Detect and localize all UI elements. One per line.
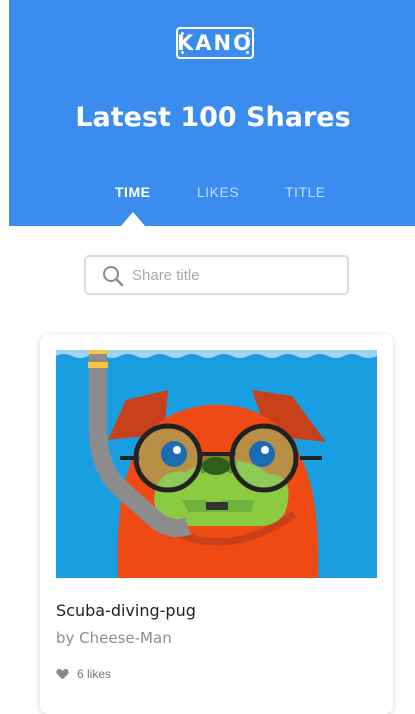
sort-tabs: TIME LIKES TITLE [9,180,415,204]
tab-time[interactable]: TIME [115,180,150,204]
share-card[interactable]: Scuba-diving-pug by Cheese-Man 6 likes [40,334,393,714]
share-author[interactable]: by Cheese-Man [56,627,172,649]
tab-title[interactable]: TITLE [285,180,326,204]
logo-dot [181,51,184,54]
share-title[interactable]: Scuba-diving-pug [56,600,196,622]
logo-text: KANO [177,31,253,55]
active-tab-indicator [121,212,145,226]
logo-dot [246,51,249,54]
logo-dot [181,32,184,35]
heart-icon [56,669,69,680]
header-banner: KANO Latest 100 Shares TIME LIKES TITLE [9,0,415,226]
logo-dot [246,32,249,35]
likes-label: 6 likes [77,667,112,681]
search-input[interactable] [132,257,342,293]
tab-likes[interactable]: LIKES [197,180,239,204]
pug-illustration [56,350,377,578]
likes-count[interactable]: 6 likes [56,664,111,684]
share-thumbnail[interactable] [56,350,377,578]
search-box[interactable] [84,255,349,295]
page-title: Latest 100 Shares [75,102,351,133]
search-icon [103,266,124,287]
kano-logo[interactable]: KANO [176,27,254,59]
